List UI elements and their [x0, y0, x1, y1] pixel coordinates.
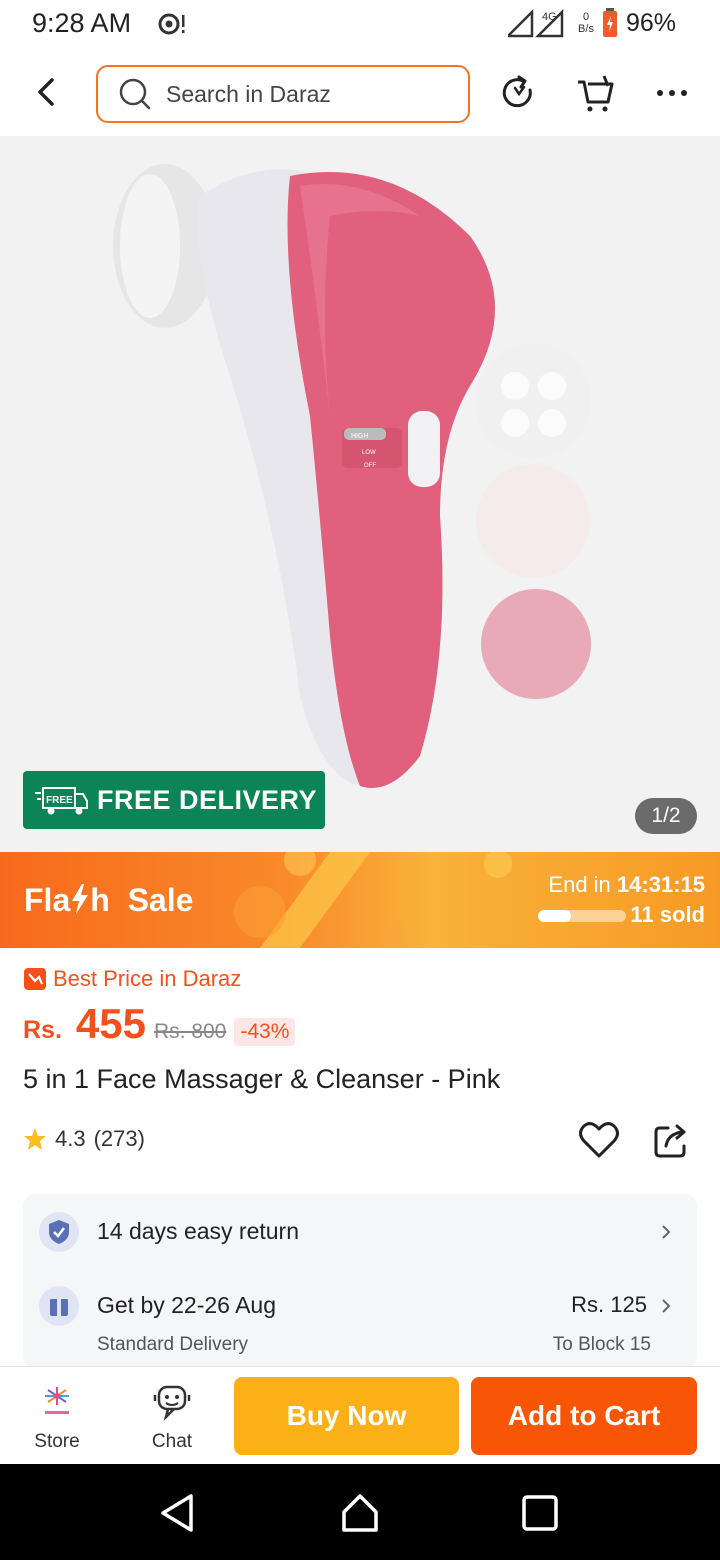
bottom-action-bar: Store Chat Buy Now Add to Cart: [0, 1366, 720, 1464]
chat-icon: [153, 1385, 191, 1422]
current-price: 455: [75, 1000, 146, 1047]
package-icon: [39, 1286, 79, 1326]
flash-sale-banner[interactable]: Fla h Sale End in 14:31:15 11 sold: [0, 852, 720, 948]
product-title: 5 in 1 Face Massager & Cleanser - Pink: [23, 1064, 501, 1094]
original-price: Rs. 800: [153, 1020, 227, 1043]
delivery-truck-icon: FREE: [35, 787, 88, 815]
return-policy-row[interactable]: 14 days easy return: [39, 1212, 681, 1252]
flash-sale-title: Fla h Sale: [24, 882, 193, 919]
discount-badge: -43%: [234, 1018, 296, 1046]
nav-recents-button[interactable]: [519, 1492, 561, 1534]
product-image: HIGH LOW OFF: [113, 164, 595, 818]
store-logo-icon: [45, 1387, 69, 1414]
cart-button[interactable]: [574, 72, 616, 114]
sold-progress-fill: [538, 910, 572, 922]
delivery-price: Rs. 125: [571, 1292, 647, 1317]
flash-title-part1: Fla: [24, 882, 71, 918]
review-count: (273): [93, 1126, 145, 1151]
switch-label-high: HIGH: [351, 433, 369, 440]
status-time: 9:28 AM: [32, 8, 132, 38]
more-icon: [657, 90, 687, 96]
rating-row[interactable]: 4.3 (273): [23, 1126, 145, 1152]
price-row: Rs. 455 Rs. 800 -43%: [23, 1000, 296, 1048]
signal-icon: 4G: [508, 8, 564, 38]
network-type: 4G: [542, 11, 557, 23]
chevron-right-icon: [662, 1225, 671, 1239]
price-currency: Rs.: [23, 1016, 62, 1044]
sold-progress-bar: [538, 910, 626, 922]
chat-label: Chat: [151, 1431, 193, 1452]
delivery-type: Standard Delivery: [97, 1334, 249, 1355]
store-label: Store: [34, 1431, 80, 1452]
data-rate-value: 0: [582, 11, 590, 23]
status-indicators: 4G 0 B/s 96%: [508, 8, 676, 38]
best-price-text: Best Price in Daraz: [53, 966, 242, 991]
heart-icon: [579, 1122, 619, 1158]
back-triangle-icon: [161, 1494, 193, 1532]
delivery-date: Get by 22-26 Aug: [97, 1292, 277, 1318]
back-button[interactable]: [28, 72, 68, 112]
data-rate-unit: B/s: [578, 23, 594, 35]
product-image-gallery[interactable]: HIGH LOW OFF FREE FREE DELIVERY 1/2: [0, 136, 720, 852]
switch-label-low: LOW: [362, 450, 376, 456]
store-button[interactable]: Store: [12, 1381, 102, 1453]
best-price-label: Best Price in Daraz: [23, 966, 241, 992]
chevron-right-icon: [662, 1299, 671, 1313]
return-policy-text: 14 days easy return: [97, 1218, 300, 1244]
lightning-icon: [72, 884, 89, 914]
flash-title-part2: h: [90, 882, 110, 918]
add-to-cart-button[interactable]: Add to Cart: [471, 1377, 697, 1455]
search-icon: [119, 78, 151, 110]
top-header: [0, 50, 720, 136]
battery-icon: [602, 8, 617, 37]
free-tag: FREE: [46, 795, 73, 806]
end-label: End in: [548, 872, 611, 897]
data-rate: 0 B/s: [578, 11, 594, 35]
refresh-button[interactable]: [497, 72, 539, 114]
chevron-left-icon: [38, 78, 54, 106]
flash-title-part3: Sale: [127, 882, 194, 918]
nav-home-button[interactable]: [339, 1492, 381, 1534]
share-button[interactable]: [652, 1120, 692, 1160]
flash-countdown: End in 14:31:15: [548, 872, 705, 898]
shield-icon: [39, 1212, 79, 1252]
wishlist-button[interactable]: [578, 1120, 620, 1160]
delivery-row[interactable]: Get by 22-26 Aug Standard Delivery Rs. 1…: [39, 1286, 681, 1358]
search-input[interactable]: [166, 80, 446, 108]
free-delivery-badge: FREE FREE DELIVERY: [23, 771, 325, 829]
switch-label-off: OFF: [364, 463, 376, 469]
service-info-card: 14 days easy return Get by 22-26 Aug Sta…: [23, 1194, 697, 1370]
star-icon: [24, 1128, 46, 1150]
more-options-button[interactable]: [652, 72, 694, 114]
share-icon: [654, 1124, 686, 1158]
recents-square-icon: [522, 1495, 558, 1531]
countdown-timer: 14:31:15: [616, 872, 705, 897]
status-bar: 9:28 AM 4G 0 B/s 96%: [0, 0, 720, 50]
rating-value: 4.3: [55, 1126, 86, 1151]
refresh-icon: [502, 75, 532, 108]
system-navigation-bar: [0, 1464, 720, 1560]
notification-icon: [158, 12, 188, 41]
sold-count: 11 sold: [630, 902, 705, 927]
free-delivery-label: FREE DELIVERY: [97, 784, 318, 815]
image-page-indicator: 1/2: [635, 798, 697, 834]
nav-back-button[interactable]: [157, 1492, 199, 1534]
buy-now-button[interactable]: Buy Now: [234, 1377, 459, 1455]
home-circle-icon: [342, 1494, 378, 1532]
cart-icon: [578, 75, 614, 112]
delivery-location: To Block 15: [552, 1334, 651, 1355]
search-box[interactable]: [96, 65, 470, 123]
chat-button[interactable]: Chat: [127, 1381, 217, 1453]
best-price-icon: [24, 968, 46, 990]
battery-level: 96%: [625, 8, 676, 37]
